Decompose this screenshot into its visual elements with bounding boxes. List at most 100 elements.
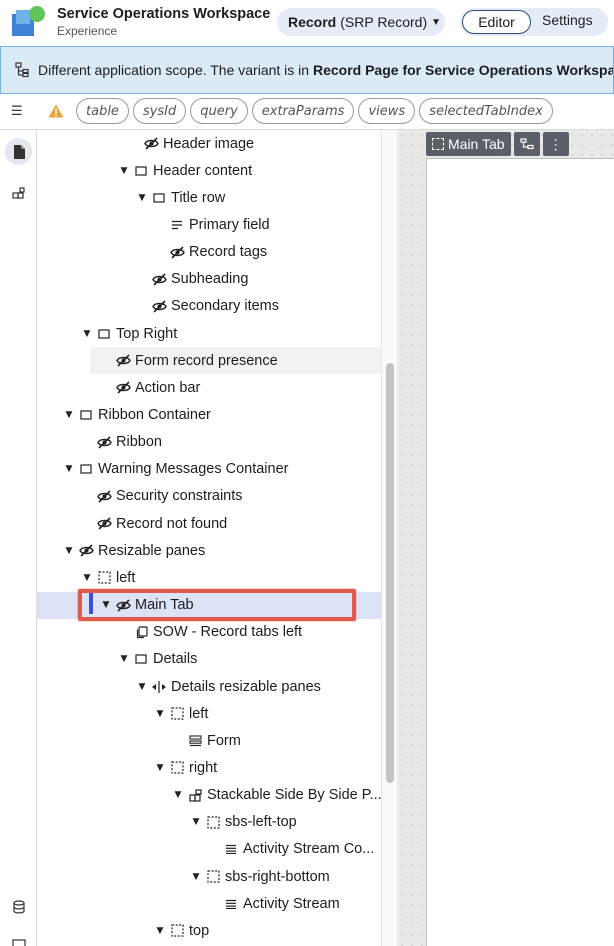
tree-item-primary-field[interactable]: ▼Primary field <box>37 211 381 238</box>
app-subtitle: Experience <box>57 24 118 38</box>
tree-item-label: Top Right <box>116 325 178 342</box>
tree-item-header-content[interactable]: ▼ Header content <box>37 157 381 184</box>
settings-mode-button[interactable]: Settings <box>542 12 593 28</box>
menu-icon[interactable]: ☰ <box>11 105 23 119</box>
expand-toggle-icon[interactable]: ▼ <box>62 464 76 474</box>
tree-item-left[interactable]: ▼ left <box>37 700 381 727</box>
tree-item-top-right[interactable]: ▼ Top Right <box>37 320 381 347</box>
tree-item-record-not-found[interactable]: ▼Record not found <box>37 510 381 537</box>
components-button[interactable] <box>5 180 32 207</box>
expand-toggle-icon[interactable]: ▼ <box>62 410 76 420</box>
context-chip-selectedtabindex[interactable]: selectedTabIndex <box>419 98 553 124</box>
tree-item-left[interactable]: ▼ left <box>37 564 381 591</box>
expand-toggle-icon[interactable]: ▼ <box>117 654 131 664</box>
tree-item-stackable-side-by-side-p[interactable]: ▼ Stackable Side By Side P... <box>37 782 381 809</box>
tree-item-label: Record tags <box>189 244 268 261</box>
page-outline-button[interactable] <box>5 138 32 165</box>
tree-item-ribbon-container[interactable]: ▼ Ribbon Container <box>37 402 381 429</box>
expand-toggle-icon[interactable]: ▼ <box>117 166 131 176</box>
banner-text-plain: Different application scope. The variant… <box>38 62 313 78</box>
tree-item-ribbon[interactable]: ▼Ribbon <box>37 429 381 456</box>
tree-item-header-image[interactable]: ▼Header image <box>37 130 381 157</box>
tree-item-secondary-items[interactable]: ▼Secondary items <box>37 293 381 320</box>
expand-toggle-icon[interactable]: ▼ <box>80 573 94 583</box>
tree-item-resizable-panes[interactable]: ▼ Resizable panes <box>37 537 381 564</box>
app-header: Service Operations Workspace Experience … <box>0 0 614 46</box>
warning-icon[interactable] <box>48 104 64 118</box>
dashed-box-icon <box>169 706 185 722</box>
more-options-button[interactable]: ⋮ <box>542 132 569 156</box>
tree-item-label: SOW - Record tabs left <box>153 624 303 641</box>
tree-item-action-bar[interactable]: ▼Action bar <box>37 374 381 401</box>
tree-item-label: Main Tab <box>135 597 194 614</box>
tree-item-label: Ribbon Container <box>98 407 211 423</box>
tree-item-warning-messages-container[interactable]: ▼ Warning Messages Container <box>37 456 381 483</box>
tree-item-label: Security constraints <box>116 488 243 505</box>
chevron-down-icon: ▼ <box>431 16 442 28</box>
tree-item-sbs-left-top[interactable]: ▼ sbs-left-top <box>37 809 381 836</box>
eye-slash-icon <box>151 298 167 314</box>
tree-item-form-record-presence[interactable]: ▼Form record presence <box>90 347 381 375</box>
record-variant-dropdown[interactable]: Record (SRP Record) ▼ <box>277 8 445 36</box>
expand-toggle-icon[interactable]: ▼ <box>80 329 94 339</box>
expand-toggle-icon[interactable]: ▼ <box>135 682 149 692</box>
tree-item-subheading[interactable]: ▼Subheading <box>37 266 381 293</box>
expand-toggle-icon[interactable]: ▼ <box>153 709 167 719</box>
tree-item-details-resizable-panes[interactable]: ▼ Details resizable panes <box>37 673 381 700</box>
mode-toggle: Editor Settings <box>460 8 608 36</box>
selected-component-tab[interactable]: Main Tab <box>426 132 511 156</box>
tree-item-record-tags[interactable]: ▼Record tags <box>37 239 381 266</box>
expand-toggle-icon[interactable]: ▼ <box>189 872 203 882</box>
tree-item-title-row[interactable]: ▼ Title row <box>37 184 381 211</box>
eye-slash-icon <box>78 543 94 559</box>
resize-icon <box>151 679 167 695</box>
tree-item-label: Form record presence <box>135 352 278 369</box>
editor-mode-button[interactable]: Editor <box>462 10 531 34</box>
dashed-box-icon <box>169 760 185 776</box>
tree-scrollbar-thumb[interactable] <box>386 363 394 783</box>
tree-item-activity-stream[interactable]: ▼Activity Stream <box>37 890 381 917</box>
eye-slash-icon <box>151 271 167 287</box>
tree-item-form[interactable]: ▼Form <box>37 727 381 754</box>
tree-item-label: Secondary items <box>171 298 279 315</box>
container-icon <box>151 190 167 206</box>
tree-item-activity-stream-co[interactable]: ▼Activity Stream Co... <box>37 836 381 863</box>
selection-indicator <box>89 592 93 614</box>
tree-item-right[interactable]: ▼ right <box>37 754 381 781</box>
tree-item-security-constraints[interactable]: ▼Security constraints <box>37 483 381 510</box>
parent-hierarchy-icon <box>519 138 534 150</box>
tree-item-sow-record-tabs-left[interactable]: ▼SOW - Record tabs left <box>37 619 381 646</box>
tree-item-label: Resizable panes <box>98 542 206 559</box>
canvas-selection-toolbar: Main Tab ⋮ <box>426 132 569 156</box>
tree-item-label: sbs-right-bottom <box>225 868 330 885</box>
expand-toggle-icon[interactable]: ▼ <box>171 790 185 800</box>
canvas-page[interactable] <box>426 158 614 946</box>
expand-toggle-icon[interactable]: ▼ <box>99 600 113 610</box>
preview-canvas: Main Tab ⋮ <box>397 130 614 946</box>
expand-toggle-icon[interactable]: ▼ <box>153 926 167 936</box>
container-icon <box>78 407 94 423</box>
left-rail <box>0 130 37 946</box>
context-chip-table[interactable]: table <box>76 98 129 124</box>
data-resources-button[interactable] <box>5 893 32 920</box>
expand-toggle-icon[interactable]: ▼ <box>189 817 203 827</box>
tree-scrollbar[interactable] <box>381 130 397 946</box>
eye-slash-icon <box>115 353 131 369</box>
expand-toggle-icon[interactable]: ▼ <box>153 763 167 773</box>
context-chip-sysid[interactable]: sysId <box>132 98 187 124</box>
expand-toggle-icon[interactable]: ▼ <box>62 546 76 556</box>
page-outline-tree: ▼Header image▼Header content▼Title row▼P… <box>37 130 381 946</box>
more-vertical-icon: ⋮ <box>548 136 563 152</box>
context-chip-views[interactable]: views <box>358 98 416 124</box>
app-logo <box>12 6 46 38</box>
context-chip-query[interactable]: query <box>190 98 248 124</box>
tree-item-top[interactable]: ▼ top <box>37 917 381 944</box>
expand-toggle-icon[interactable]: ▼ <box>135 193 149 203</box>
dashed-box-icon <box>169 923 185 939</box>
tree-item-details[interactable]: ▼ Details <box>37 646 381 673</box>
tree-item-label: Subheading <box>171 271 249 288</box>
select-parent-button[interactable] <box>513 132 540 156</box>
tree-item-sbs-right-bottom[interactable]: ▼ sbs-right-bottom <box>37 863 381 890</box>
context-chip-extraparams[interactable]: extraParams <box>251 98 355 124</box>
extra-panel-button[interactable] <box>5 930 32 946</box>
